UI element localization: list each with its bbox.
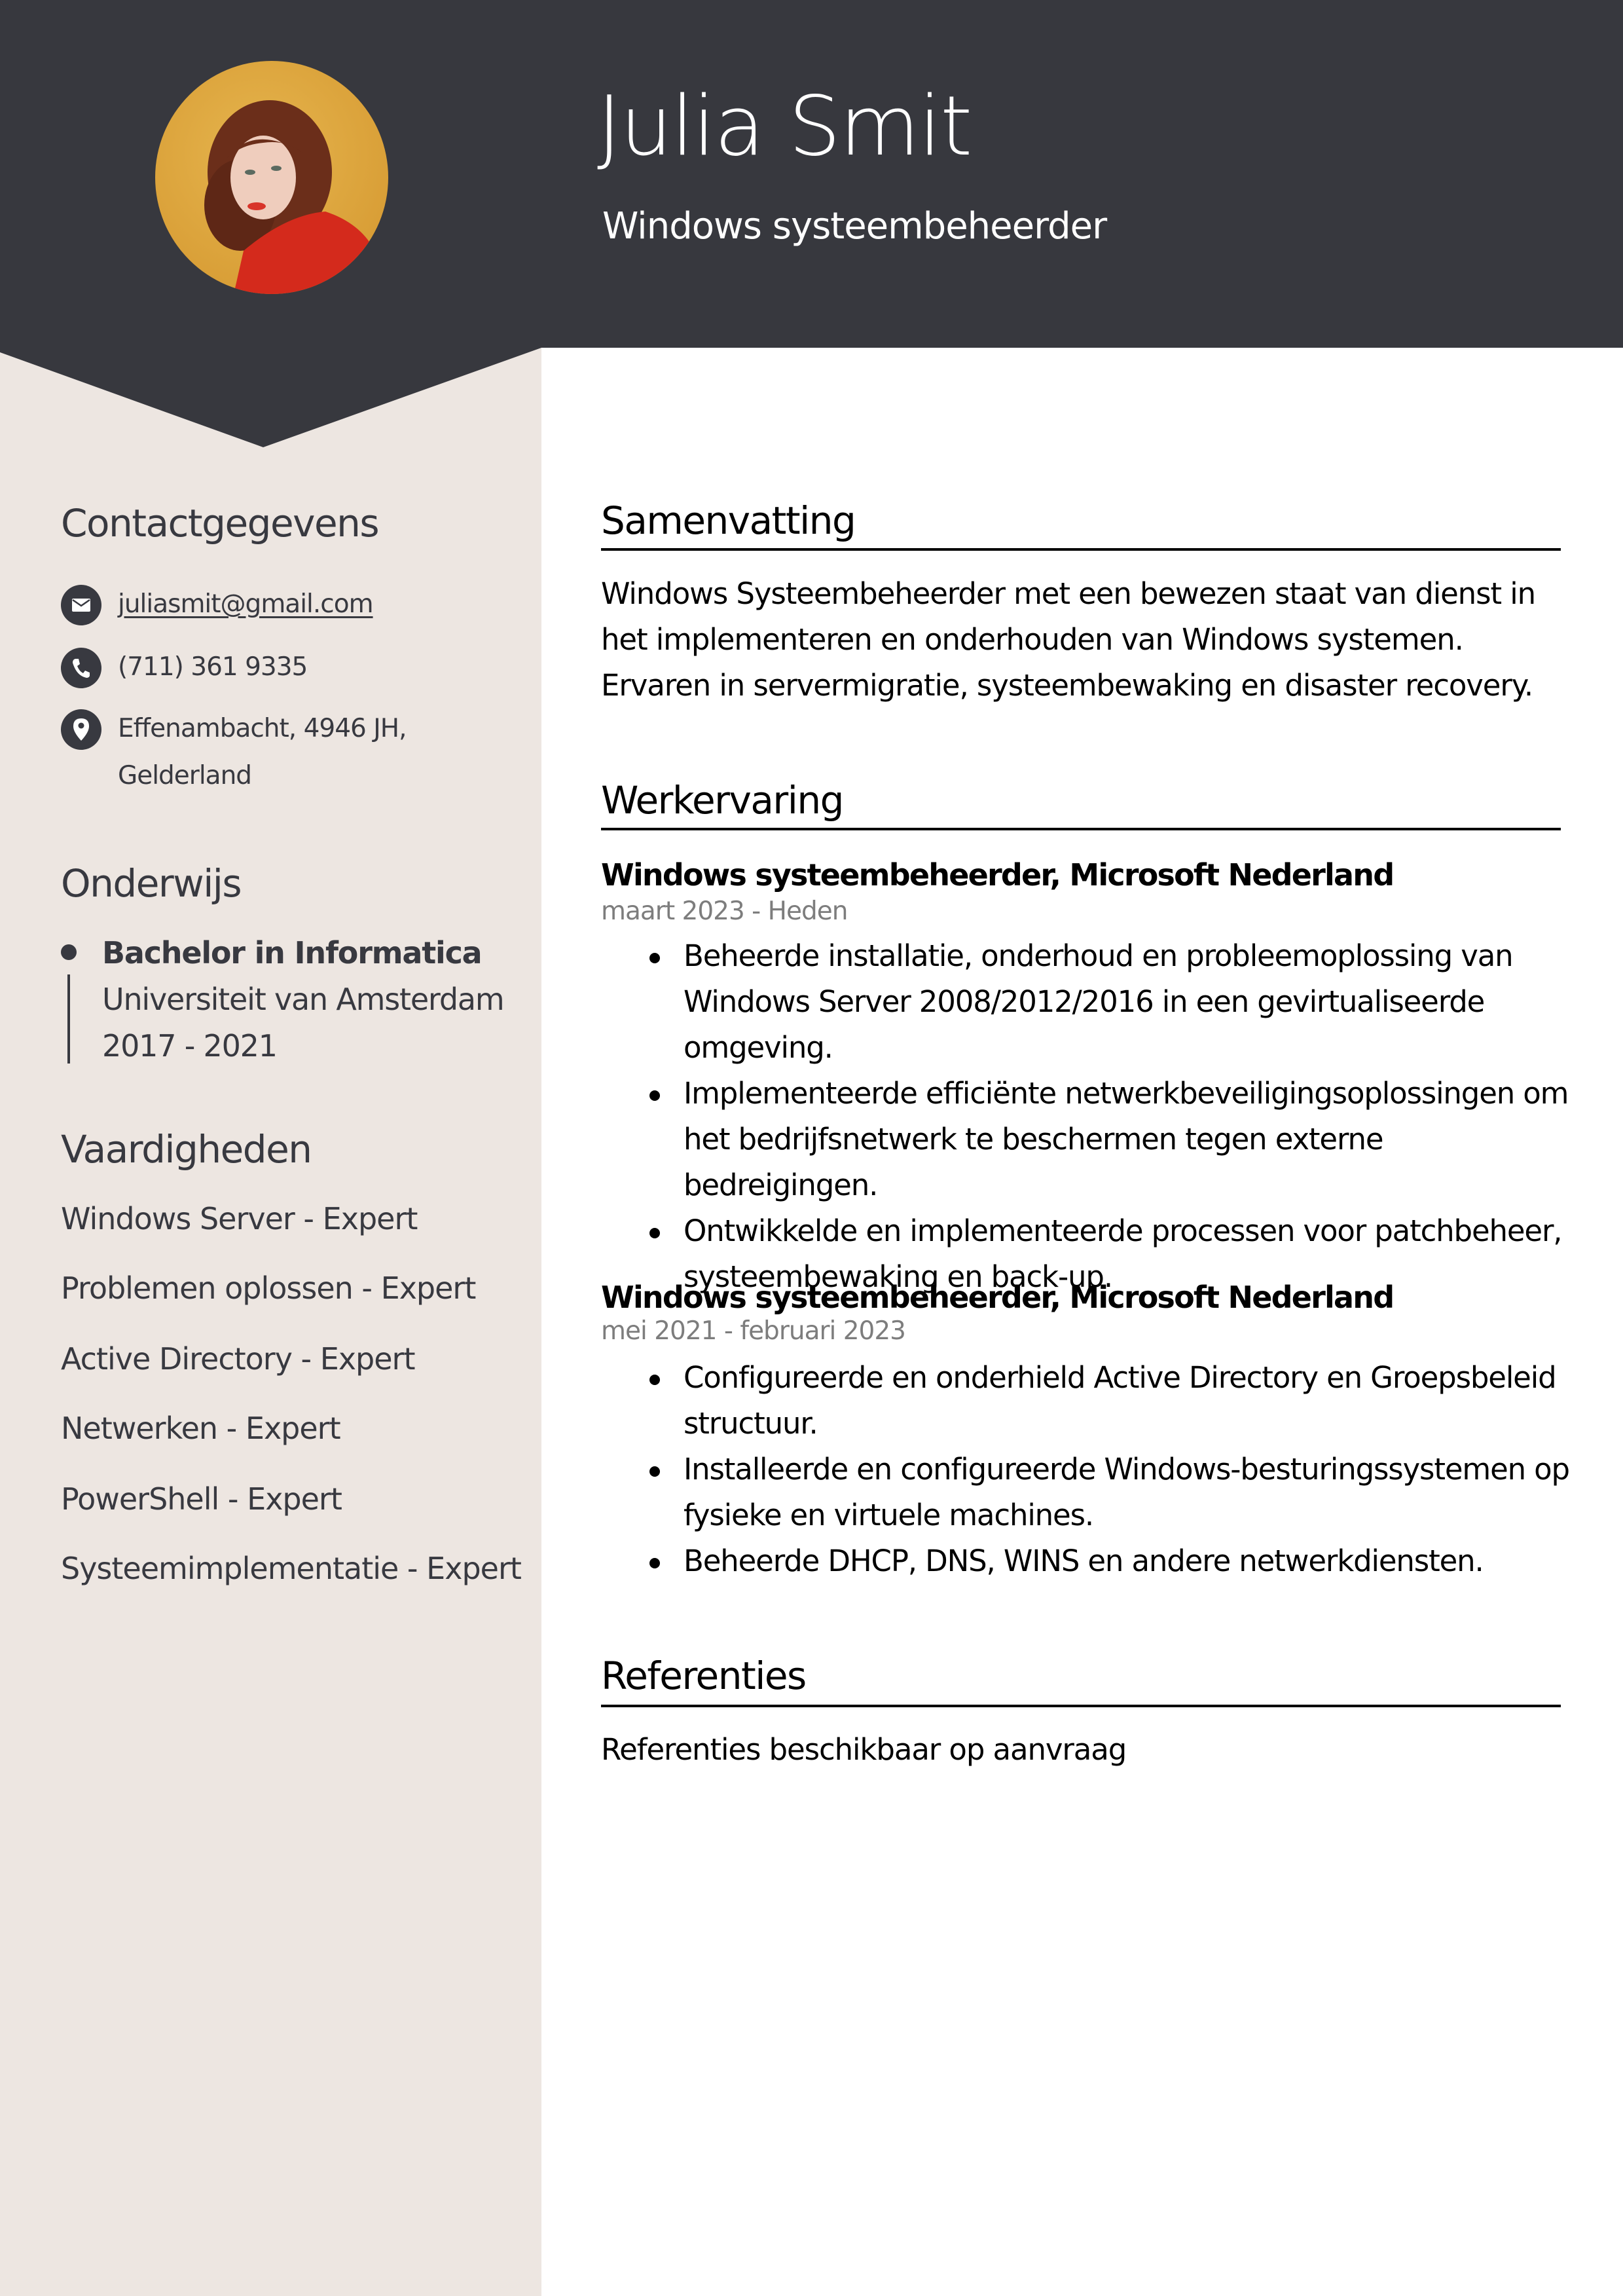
job-bullet: Beheerde installatie, onderhoud en probl…	[601, 933, 1570, 1071]
job-bullet: Implementeerde efficiënte netwerkbeveili…	[601, 1071, 1570, 1208]
skill-item: PowerShell - Expert	[61, 1481, 342, 1517]
section-divider	[601, 548, 1561, 551]
experience-heading: Werkervaring	[601, 778, 844, 823]
profile-photo	[155, 61, 388, 294]
references-heading: Referenties	[601, 1654, 807, 1698]
contact-phone-row: (711) 361 9335	[61, 648, 308, 691]
phone-number: (711) 361 9335	[118, 652, 308, 682]
skills-heading: Vaardigheden	[61, 1127, 312, 1172]
job-bullets: Beheerde installatie, onderhoud en probl…	[601, 933, 1570, 1300]
timeline-line	[67, 974, 70, 1064]
job-title: Windows systeembeheerder, Microsoft Nede…	[601, 857, 1395, 893]
summary-heading: Samenvatting	[601, 498, 856, 543]
phone-icon	[61, 648, 101, 688]
job-dates: mei 2021 - februari 2023	[601, 1316, 906, 1346]
references-text: Referenties beschikbaar op aanvraag	[601, 1732, 1127, 1767]
skill-item: Systeemimplementatie - Expert	[61, 1551, 522, 1586]
section-divider	[601, 1705, 1561, 1707]
envelope-icon	[61, 585, 101, 625]
profile-photo-illustration	[155, 61, 388, 294]
skill-item: Netwerken - Expert	[61, 1411, 341, 1446]
education-degree: Bachelor in Informatica	[102, 935, 483, 971]
contact-heading: Contactgegevens	[61, 501, 380, 546]
job-title: Windows systeembeheerder, Microsoft Nede…	[601, 1280, 1395, 1315]
skill-item: Active Directory - Expert	[61, 1341, 415, 1377]
skill-item: Problemen oplossen - Expert	[61, 1270, 476, 1306]
contact-email-row: juliasmit@gmail.com	[61, 585, 374, 628]
address: Effenambacht, 4946 JH, Gelderland	[118, 705, 407, 800]
address-line-1: Effenambacht, 4946 JH,	[118, 714, 407, 743]
job-bullet: Beheerde DHCP, DNS, WINS en andere netwe…	[601, 1538, 1570, 1584]
summary-text: Windows Systeembeheerder met een bewezen…	[601, 576, 1536, 703]
skill-item: Windows Server - Expert	[61, 1201, 418, 1236]
email-link[interactable]: juliasmit@gmail.com	[118, 581, 374, 628]
education-years: 2017 - 2021	[102, 1028, 278, 1064]
job-dates: maart 2023 - Heden	[601, 897, 848, 926]
candidate-name: Julia Smit	[597, 78, 972, 174]
timeline-dot	[61, 944, 77, 960]
section-divider	[601, 828, 1561, 830]
job-bullets: Configureerde en onderhield Active Direc…	[601, 1355, 1570, 1584]
education-heading: Onderwijs	[61, 861, 242, 906]
address-line-2: Gelderland	[118, 761, 252, 790]
candidate-job-title: Windows systeembeheerder	[602, 205, 1107, 248]
job-bullet: Configureerde en onderhield Active Direc…	[601, 1355, 1570, 1447]
contact-address-row: Effenambacht, 4946 JH, Gelderland	[61, 709, 407, 800]
job-bullet: Installeerde en configureerde Windows-be…	[601, 1447, 1570, 1538]
location-pin-icon	[61, 709, 101, 750]
education-school: Universiteit van Amsterdam	[102, 982, 505, 1017]
